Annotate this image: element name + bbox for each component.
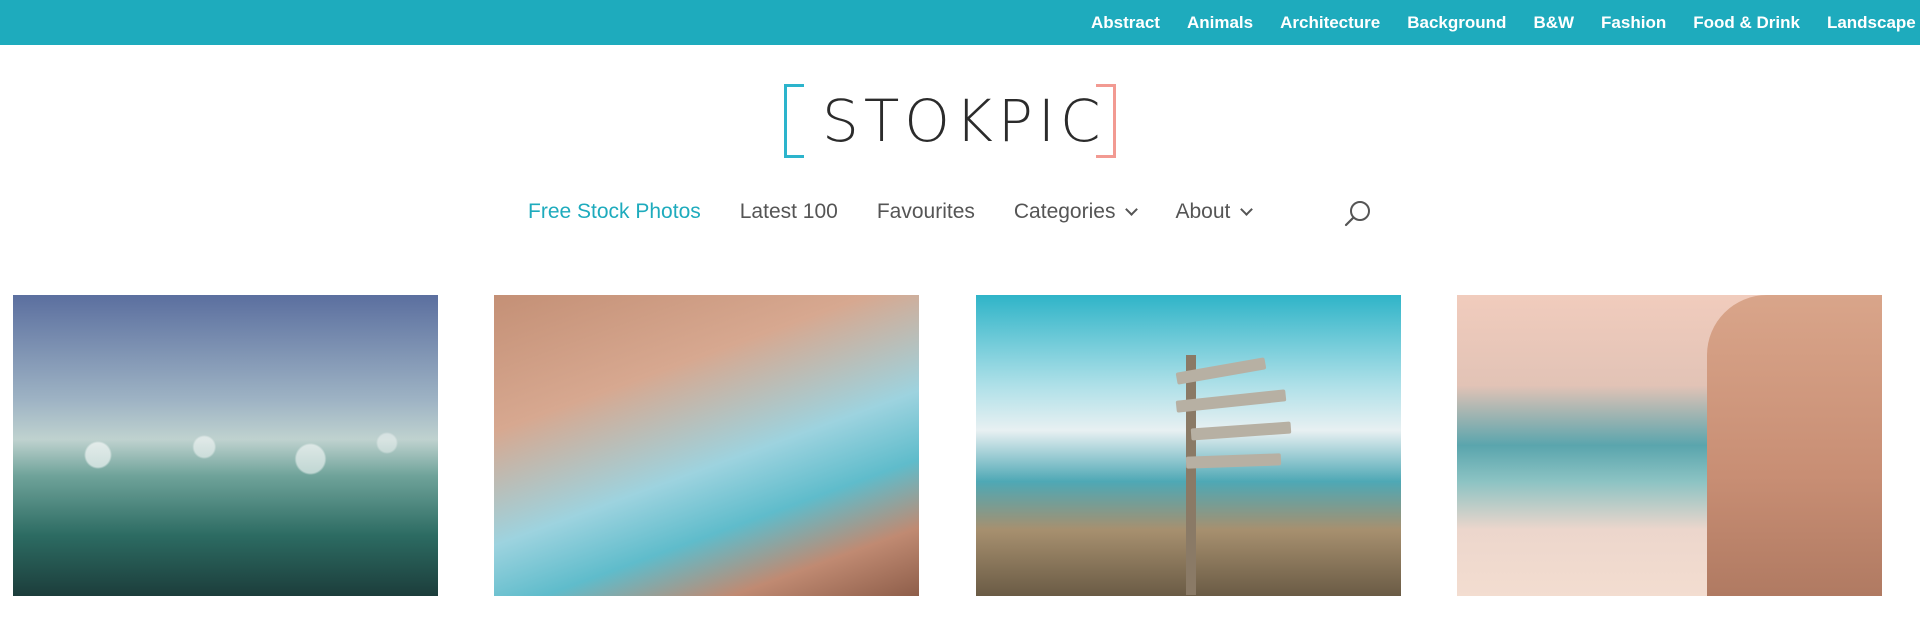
category-background[interactable]: Background	[1407, 13, 1506, 33]
logo-bracket-left	[784, 84, 804, 158]
chevron-down-icon	[1240, 202, 1254, 216]
category-list: Abstract Animals Architecture Background…	[1091, 0, 1920, 45]
category-bar: Abstract Animals Architecture Background…	[0, 0, 1920, 45]
nav-favourites[interactable]: Favourites	[877, 200, 975, 224]
signpost-beach-photo[interactable]	[976, 295, 1401, 596]
nav-latest-100[interactable]: Latest 100	[740, 200, 838, 224]
category-abstract[interactable]: Abstract	[1091, 13, 1160, 33]
logo-bracket-right	[1096, 84, 1116, 158]
main-nav: Free Stock Photos Latest 100 Favourites …	[528, 196, 1290, 228]
nav-free-stock-photos[interactable]: Free Stock Photos	[528, 200, 701, 224]
chevron-down-icon	[1125, 202, 1139, 216]
category-animals[interactable]: Animals	[1187, 13, 1253, 33]
category-landscape[interactable]: Landscape	[1827, 13, 1916, 33]
signpost-board	[1185, 453, 1282, 469]
nav-label: About	[1175, 200, 1231, 223]
nav-label: Categories	[1013, 200, 1116, 223]
site-logo[interactable]: STOKPIC	[784, 84, 1116, 160]
signpost-board	[1190, 421, 1292, 441]
nav-label: Favourites	[876, 200, 975, 223]
search-icon	[1344, 201, 1370, 227]
category-bw[interactable]: B&W	[1533, 13, 1574, 33]
figure-shape	[1707, 295, 1882, 596]
water-splash-photo[interactable]	[13, 295, 438, 596]
category-architecture[interactable]: Architecture	[1280, 13, 1380, 33]
category-fashion[interactable]: Fashion	[1601, 13, 1666, 33]
sand-splash-bikini-photo[interactable]	[1457, 295, 1882, 596]
category-food-drink[interactable]: Food & Drink	[1693, 13, 1800, 33]
signpost-pole	[1186, 355, 1196, 595]
couple-beach-photo[interactable]	[494, 295, 919, 596]
splash-overlay	[13, 415, 438, 495]
nav-label: Free Stock Photos	[528, 200, 701, 223]
logo-text: STOKPIC	[822, 87, 1106, 155]
search-button[interactable]	[1342, 198, 1374, 230]
nav-categories[interactable]: Categories	[1013, 200, 1139, 224]
nav-about[interactable]: About	[1175, 200, 1254, 224]
nav-label: Latest 100	[739, 200, 838, 223]
